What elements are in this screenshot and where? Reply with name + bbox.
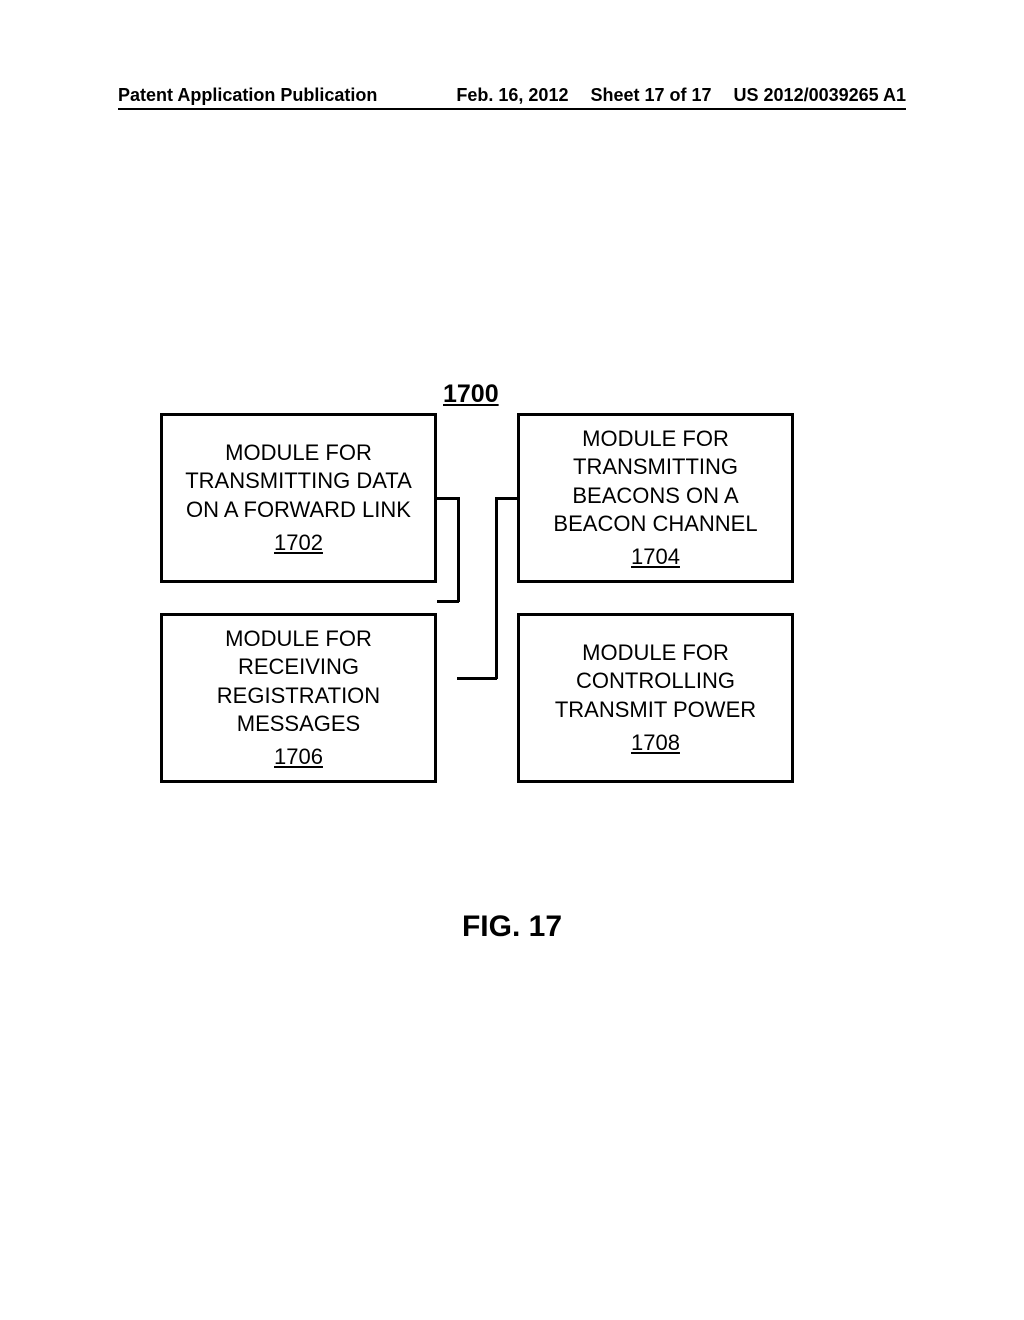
module-label: MODULE FOR TRANSMITTING DATA ON A FORWAR… [173,439,424,525]
sheet-number: Sheet 17 of 17 [590,85,711,106]
module-transmit-data: MODULE FOR TRANSMITTING DATA ON A FORWAR… [160,413,437,583]
module-label: MODULE FOR RECEIVING REGISTRATION MESSAG… [173,625,424,739]
module-control-power: MODULE FOR CONTROLLING TRANSMIT POWER 17… [517,613,794,783]
connector [437,497,459,500]
publication-date: Feb. 16, 2012 [456,85,568,106]
connector [457,497,460,602]
diagram-container: MODULE FOR TRANSMITTING DATA ON A FORWAR… [160,413,794,783]
module-ref: 1708 [631,729,680,758]
connector [495,497,517,500]
header-divider [118,108,906,110]
module-ref: 1706 [274,743,323,772]
module-receive-registration: MODULE FOR RECEIVING REGISTRATION MESSAG… [160,613,437,783]
connector [437,600,459,603]
module-label: MODULE FOR CONTROLLING TRANSMIT POWER [530,639,781,725]
module-grid: MODULE FOR TRANSMITTING DATA ON A FORWAR… [160,413,794,783]
diagram-main-ref: 1700 [443,380,499,409]
module-label: MODULE FOR TRANSMITTING BEACONS ON A BEA… [530,425,781,539]
publication-number: US 2012/0039265 A1 [734,85,906,106]
connector [495,497,498,679]
module-transmit-beacons: MODULE FOR TRANSMITTING BEACONS ON A BEA… [517,413,794,583]
module-ref: 1704 [631,543,680,572]
module-ref: 1702 [274,529,323,558]
figure-caption: FIG. 17 [0,910,1024,944]
page-header: Patent Application Publication Feb. 16, … [118,85,906,106]
connector [457,677,497,680]
header-right: Feb. 16, 2012 Sheet 17 of 17 US 2012/003… [456,85,906,106]
publication-type: Patent Application Publication [118,85,377,106]
